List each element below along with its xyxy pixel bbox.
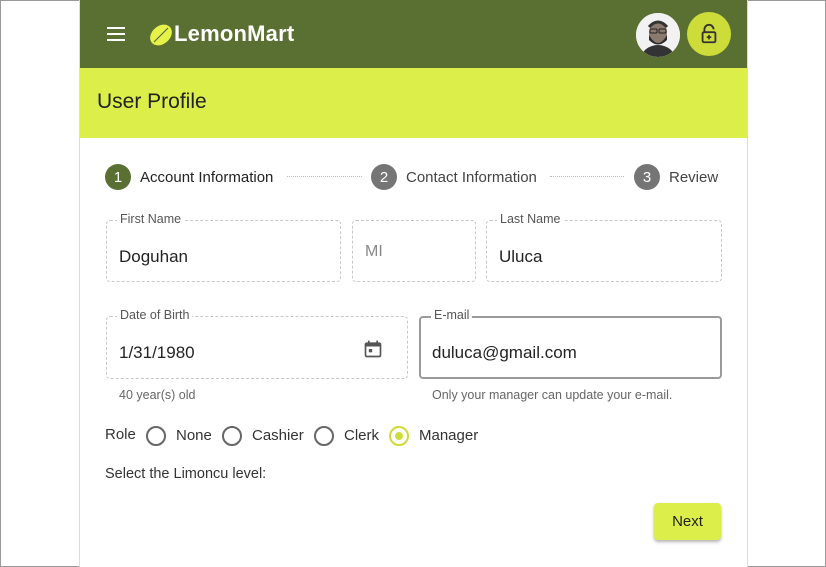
top-toolbar: LemonMart xyxy=(80,0,747,68)
step-3-number[interactable]: 3 xyxy=(634,164,660,190)
limoncu-level-label: Select the Limoncu level: xyxy=(105,466,267,482)
email-hint: Only your manager can update your e-mail… xyxy=(432,388,673,402)
role-clerk-label[interactable]: Clerk xyxy=(344,427,379,444)
age-hint: 40 year(s) old xyxy=(119,388,196,402)
step-connector xyxy=(287,176,362,177)
next-button[interactable]: Next xyxy=(654,503,721,540)
role-cashier-radio[interactable] xyxy=(222,426,242,446)
brand-title[interactable]: LemonMart xyxy=(174,21,294,47)
role-manager-radio[interactable] xyxy=(389,426,409,446)
role-manager-label[interactable]: Manager xyxy=(419,427,478,444)
role-none-label[interactable]: None xyxy=(176,427,212,444)
user-avatar[interactable] xyxy=(636,13,680,57)
app-container: LemonMart User Profile 1 Account Informa… xyxy=(79,0,748,567)
last-name-label: Last Name xyxy=(497,212,564,226)
first-name-field[interactable]: First Name Doguhan xyxy=(106,212,341,282)
step-1-label[interactable]: Account Information xyxy=(140,169,273,186)
last-name-field[interactable]: Last Name Uluca xyxy=(486,212,722,282)
step-connector xyxy=(550,176,624,177)
page-title: User Profile xyxy=(97,90,207,113)
role-label: Role xyxy=(105,426,136,443)
role-clerk-radio[interactable] xyxy=(314,426,334,446)
lock-open-icon xyxy=(701,23,717,44)
date-of-birth-value: 1/31/1980 xyxy=(119,343,195,362)
step-2-number[interactable]: 2 xyxy=(371,164,397,190)
date-of-birth-field[interactable]: Date of Birth 1/31/1980 xyxy=(106,308,408,379)
middle-initial-placeholder: MI xyxy=(365,243,383,260)
lemon-logo-icon xyxy=(150,24,172,46)
last-name-value: Uluca xyxy=(499,247,543,266)
unlock-button[interactable] xyxy=(687,12,731,56)
role-none-radio[interactable] xyxy=(146,426,166,446)
step-1-number[interactable]: 1 xyxy=(105,164,131,190)
menu-icon[interactable] xyxy=(104,22,128,46)
calendar-icon[interactable] xyxy=(363,339,383,359)
email-field[interactable]: E-mail duluca@gmail.com xyxy=(419,308,722,379)
role-cashier-label[interactable]: Cashier xyxy=(252,427,304,444)
middle-initial-field[interactable]: MI xyxy=(352,220,476,282)
date-of-birth-label: Date of Birth xyxy=(117,308,193,322)
first-name-value: Doguhan xyxy=(119,247,189,266)
step-3-label[interactable]: Review xyxy=(669,169,718,186)
step-2-label[interactable]: Contact Information xyxy=(406,169,537,186)
email-label: E-mail xyxy=(431,308,473,322)
first-name-label: First Name xyxy=(117,212,185,226)
page-header: User Profile xyxy=(80,68,747,138)
email-value: duluca@gmail.com xyxy=(432,343,577,362)
